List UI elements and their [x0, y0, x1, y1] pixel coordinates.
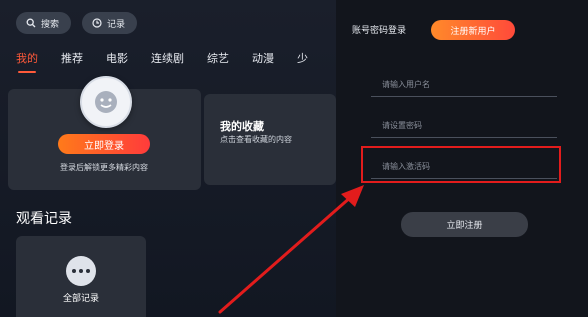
history-button[interactable]: 记录	[82, 12, 137, 34]
tab-recommended[interactable]: 推荐	[61, 50, 83, 66]
category-tabs: 我的 推荐 电影 连续剧 综艺 动漫 少	[16, 50, 308, 73]
search-button[interactable]: 搜索	[16, 12, 71, 34]
tab-series[interactable]: 连续剧	[151, 50, 184, 66]
tab-movies[interactable]: 电影	[106, 50, 128, 66]
register-button[interactable]: 立即注册	[401, 212, 528, 237]
more-icon	[66, 256, 96, 286]
search-label: 搜索	[41, 19, 60, 30]
screen: 搜索 记录 我的 推荐 电影 连续剧 综艺 动漫 少 立即登录 登录后解锁更多精…	[0, 0, 588, 317]
tab-kids-partial[interactable]: 少	[297, 50, 308, 66]
password-field[interactable]: 请设置密码	[371, 114, 557, 138]
login-subtitle: 登录后解锁更多精彩内容	[60, 163, 148, 172]
avatar	[80, 76, 132, 128]
tab-register[interactable]: 注册新用户	[431, 20, 515, 40]
search-icon	[26, 18, 36, 28]
tab-anime[interactable]: 动漫	[252, 50, 274, 66]
login-button[interactable]: 立即登录	[58, 134, 150, 154]
favorites-title: 我的收藏	[220, 120, 264, 133]
tab-password-login[interactable]: 账号密码登录	[352, 23, 406, 36]
tab-mine[interactable]: 我的	[16, 50, 38, 73]
history-section-title: 观看记录	[16, 211, 72, 227]
history-label: 记录	[107, 19, 126, 30]
favorites-subtitle: 点击查看收藏的内容	[220, 135, 292, 144]
clock-icon	[92, 18, 102, 28]
username-field[interactable]: 请输入用户名	[371, 73, 557, 97]
activation-field-highlight	[361, 146, 561, 183]
all-history-label: 全部记录	[62, 294, 99, 304]
tab-variety[interactable]: 综艺	[207, 50, 229, 66]
main-area: 搜索 记录 我的 推荐 电影 连续剧 综艺 动漫 少 立即登录 登录后解锁更多精…	[0, 0, 336, 317]
user-icon	[95, 91, 117, 113]
